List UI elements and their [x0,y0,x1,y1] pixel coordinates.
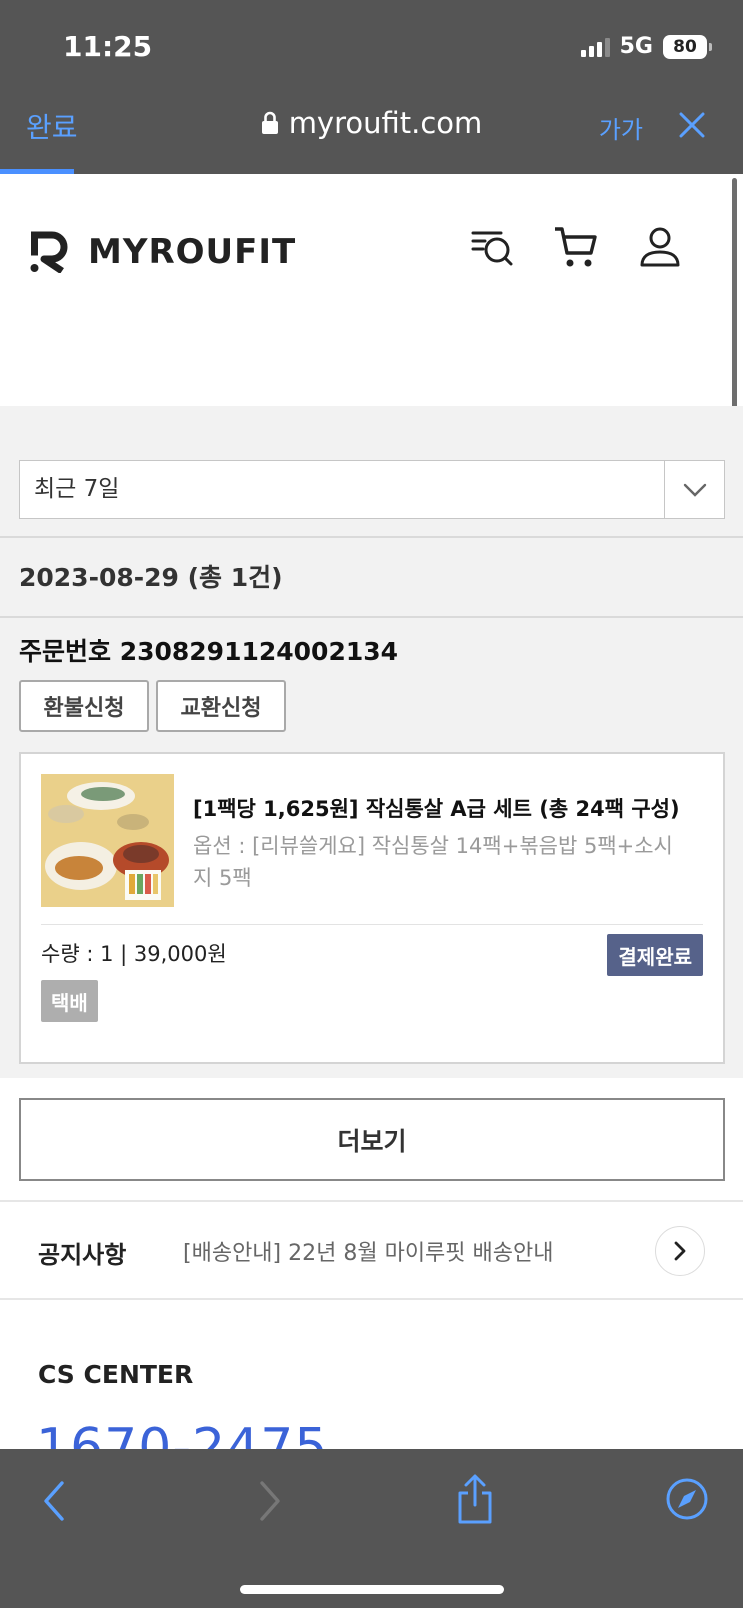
close-icon[interactable] [677,110,707,144]
order-number: 주문번호 2308291124002134 [19,637,399,666]
network-label: 5G [619,34,653,59]
cart-icon[interactable] [553,224,599,270]
divider [0,536,743,538]
forward-icon[interactable] [254,1479,284,1527]
order-date-summary: 2023-08-29 (총 1건) [19,563,283,592]
user-icon[interactable] [637,224,683,270]
cs-center-title: CS CENTER [38,1360,194,1389]
status-bar: 11:25 5G 80 [0,0,743,94]
text-size-button[interactable]: 가가 [599,110,643,145]
browser-bottom-toolbar [0,1449,743,1608]
battery-icon: 80 [663,34,712,59]
share-icon[interactable] [455,1473,495,1529]
chevron-right-icon[interactable] [655,1226,705,1276]
order-history-section: 최근 7일 2023-08-29 (총 1건) 주문번호 23082911240… [0,406,743,1078]
header-icons [469,224,683,270]
logo-mark-icon [30,231,68,273]
chevron-down-icon [664,461,724,518]
status-time: 11:25 [63,30,153,63]
divider [41,924,703,925]
payment-status-badge: 결제완료 [607,934,703,976]
product-thumbnail[interactable] [41,774,174,907]
load-more-button[interactable]: 더보기 [19,1098,725,1181]
product-name[interactable]: [1팩당 1,625원] 작심통살 A급 세트 (총 24팩 구성) [193,794,693,824]
refund-request-button[interactable]: 환불신청 [19,680,149,732]
quantity-price: 수량 : 1 | 39,000원 [41,942,227,966]
site-header: MYROUFIT [0,174,743,406]
notice-title: 공지사항 [38,1241,127,1269]
product-option: 옵션 : [리뷰쓸게요] 작심통살 14팩+볶음밥 5팩+소시지 5팩 [193,834,673,890]
search-menu-icon[interactable] [469,224,515,270]
divider [0,616,743,618]
delivery-type-tag: 택배 [41,980,98,1022]
site-logo[interactable]: MYROUFIT [30,231,296,273]
home-indicator[interactable] [240,1585,504,1594]
url-text: myroufit.com [288,106,483,140]
lock-icon [261,108,279,142]
browser-top-bar: 완료 myroufit.com 가가 [0,94,743,174]
notice-text[interactable]: [배송안내] 22년 8월 마이루핏 배송안내 [183,1235,554,1267]
notice-row[interactable]: 공지사항 [배송안내] 22년 8월 마이루핏 배송안내 [0,1200,743,1300]
status-indicators: 5G 80 [580,34,712,59]
compass-icon[interactable] [665,1477,709,1525]
back-icon[interactable] [40,1479,70,1527]
signal-icon [580,37,610,57]
period-select[interactable]: 최근 7일 [19,460,725,519]
order-product-card[interactable]: [1팩당 1,625원] 작심통살 A급 세트 (총 24팩 구성) 옵션 : … [19,752,725,1064]
exchange-request-button[interactable]: 교환신청 [156,680,286,732]
period-select-value: 최근 7일 [34,476,120,502]
logo-text: MYROUFIT [88,232,297,272]
